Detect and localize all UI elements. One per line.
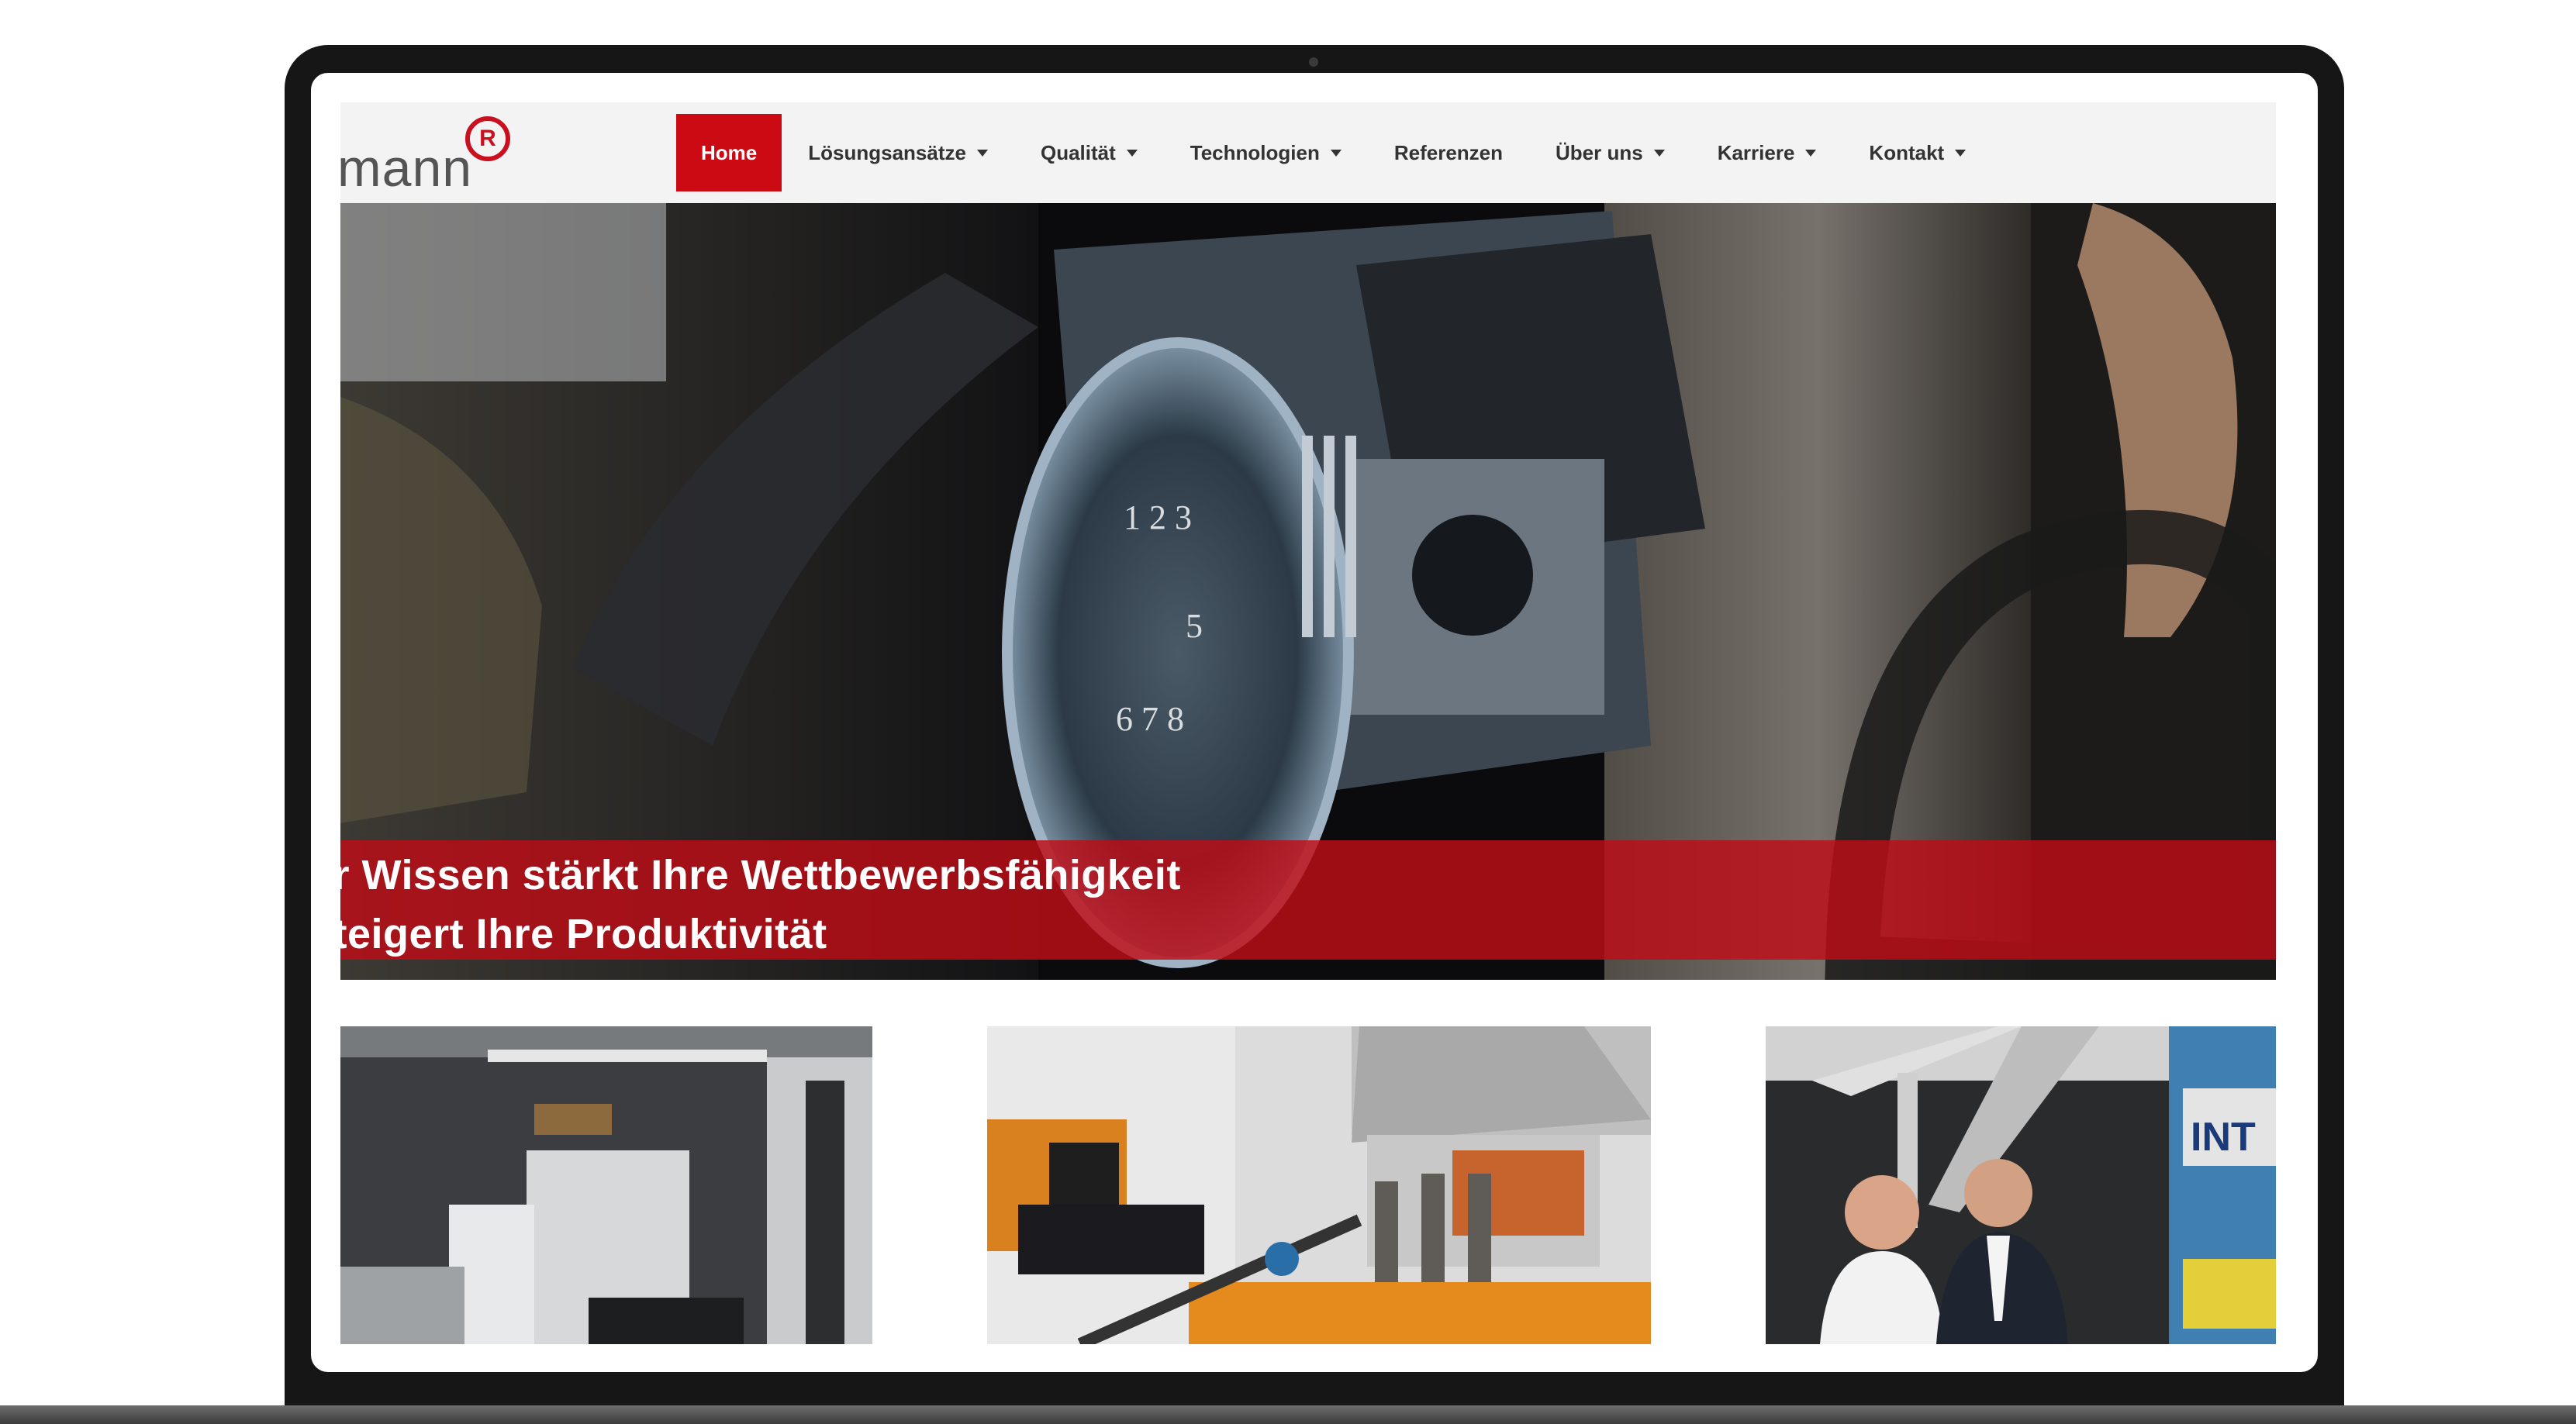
svg-text:6 7 8: 6 7 8	[1116, 700, 1184, 738]
svg-text:5: 5	[1186, 607, 1203, 645]
website-viewport: mann R Home Lösungsansätze Qualität Tech…	[340, 102, 2276, 1344]
hero-caption: er Wissen stärkt Ihre Wettbewerbsfähigke…	[340, 840, 2276, 960]
measurement-device-image	[987, 1026, 1651, 1344]
teaser-tile-team[interactable]: INT	[1766, 1026, 2276, 1344]
sign-text: INT	[2191, 1115, 2256, 1160]
nav-item-qualitaet[interactable]: Qualität	[1014, 114, 1164, 191]
nav-label: Lösungsansätze	[808, 140, 966, 164]
site-header: mann R Home Lösungsansätze Qualität Tech…	[340, 102, 2276, 203]
caret-down-icon	[1805, 149, 1817, 157]
team-photo-image: INT	[1766, 1026, 2276, 1344]
nav-label: Kontakt	[1869, 140, 1945, 164]
hero-headline-line-2: steigert Ihre Produktivität	[340, 911, 827, 957]
main-navigation: Home Lösungsansätze Qualität Technologie…	[676, 102, 1992, 203]
laptop-base	[0, 1405, 2576, 1424]
caret-down-icon	[1126, 149, 1138, 157]
caret-down-icon	[1955, 149, 1967, 157]
nav-label: Home	[701, 140, 758, 164]
caret-down-icon	[1330, 149, 1342, 157]
nav-label: Qualität	[1040, 140, 1116, 164]
camera-dot	[1309, 57, 1318, 67]
nav-item-referenzen[interactable]: Referenzen	[1368, 114, 1529, 191]
nav-label: Technologien	[1190, 140, 1320, 164]
nav-item-ueber-uns[interactable]: Über uns	[1529, 114, 1691, 191]
caret-down-icon	[1653, 149, 1665, 157]
nav-label: Referenzen	[1393, 140, 1503, 164]
nav-item-loesungsansaetze[interactable]: Lösungsansätze	[782, 114, 1014, 191]
nav-label: Über uns	[1556, 140, 1643, 164]
svg-text:1 2 3: 1 2 3	[1124, 498, 1192, 536]
laptop-screen: mann R Home Lösungsansätze Qualität Tech…	[311, 73, 2318, 1372]
nav-item-technologien[interactable]: Technologien	[1164, 114, 1368, 191]
nav-label: Karriere	[1717, 140, 1795, 164]
lab-machine-image	[340, 1026, 872, 1344]
nav-item-karriere[interactable]: Karriere	[1691, 114, 1843, 191]
hero-banner: 1 2 3 5 6 7 8 er Wissen stärkt Ihre Wett…	[340, 203, 2276, 980]
hero-headline-line-1: er Wissen stärkt Ihre Wettbewerbsfähigke…	[340, 852, 1181, 898]
caret-down-icon	[976, 149, 988, 157]
teaser-tile-lab[interactable]	[340, 1026, 872, 1344]
teaser-tile-measurement[interactable]	[987, 1026, 1651, 1344]
logo-text: mann	[340, 139, 473, 198]
registered-mark-icon: R	[465, 116, 510, 161]
laptop-frame: mann R Home Lösungsansätze Qualität Tech…	[285, 45, 2344, 1424]
nav-item-kontakt[interactable]: Kontakt	[1842, 114, 1992, 191]
nav-item-home[interactable]: Home	[676, 114, 782, 191]
